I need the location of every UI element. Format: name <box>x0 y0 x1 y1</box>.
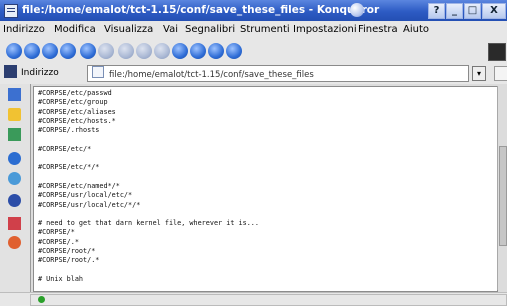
home-folder-icon[interactable] <box>8 152 21 165</box>
back-icon[interactable] <box>6 43 22 59</box>
media-icon[interactable] <box>8 236 21 249</box>
location-input[interactable]: file:/home/emalot/tct-1.15/conf/save_the… <box>87 65 469 82</box>
forward-icon[interactable] <box>24 43 40 59</box>
network-icon[interactable] <box>8 172 21 185</box>
file-content-text: #CORPSE/etc/passwd #CORPSE/etc/group #CO… <box>38 89 259 283</box>
window-title: file:/home/emalot/tct-1.15/conf/save_the… <box>22 4 380 16</box>
konqueror-window: file:/home/emalot/tct-1.15/conf/save_the… <box>0 0 507 306</box>
status-indicator-icon <box>38 296 45 303</box>
stop-icon[interactable] <box>98 43 114 59</box>
location-url: file:/home/emalot/tct-1.15/conf/save_the… <box>109 70 314 80</box>
menu-indirizzo[interactable]: Indirizzo <box>3 24 45 35</box>
up-icon[interactable] <box>42 43 58 59</box>
location-bar: Indirizzo file:/home/emalot/tct-1.15/con… <box>0 63 507 84</box>
scrollbar-thumb[interactable] <box>499 146 507 246</box>
navigation-sidebar <box>0 84 31 294</box>
vertical-scrollbar[interactable] <box>497 86 507 290</box>
home-icon[interactable] <box>60 43 76 59</box>
cut-icon[interactable] <box>118 43 134 59</box>
services-icon[interactable] <box>8 194 21 207</box>
konqueror-throbber-icon <box>488 43 506 61</box>
copy-icon[interactable] <box>136 43 152 59</box>
bookmarks-star-icon[interactable] <box>8 108 21 121</box>
zoom-out-icon[interactable] <box>208 43 224 59</box>
file-icon <box>92 66 104 78</box>
zoom-in-icon[interactable] <box>190 43 206 59</box>
status-bar <box>0 292 507 306</box>
menu-bar: Indirizzo Modifica Visualizza Vai Segnal… <box>0 21 507 38</box>
history-icon[interactable] <box>8 128 21 141</box>
menu-segnalibri[interactable]: Segnalibri <box>185 24 235 35</box>
print-icon[interactable] <box>172 43 188 59</box>
menu-visualizza[interactable]: Visualizza <box>104 24 153 35</box>
menu-modifica[interactable]: Modifica <box>54 24 96 35</box>
go-icon[interactable] <box>494 66 507 81</box>
location-dropdown-icon[interactable]: ▾ <box>472 66 486 81</box>
menu-aiuto[interactable]: Aiuto <box>403 24 429 35</box>
help-button[interactable]: ? <box>428 3 445 19</box>
file-view[interactable]: #CORPSE/etc/passwd #CORPSE/etc/group #CO… <box>33 86 498 292</box>
paste-icon[interactable] <box>154 43 170 59</box>
main-toolbar <box>0 38 507 64</box>
minimize-button[interactable]: _ <box>446 3 463 19</box>
menu-finestra[interactable]: Finestra <box>358 24 398 35</box>
root-folder-icon[interactable] <box>8 217 21 230</box>
sidebar-tool-icon[interactable] <box>8 88 21 101</box>
menu-vai[interactable]: Vai <box>163 24 178 35</box>
menu-strumenti[interactable]: Strumenti <box>240 24 290 35</box>
clear-location-icon[interactable] <box>4 65 17 78</box>
status-cell <box>30 294 507 306</box>
menu-impostazioni[interactable]: Impostazioni <box>293 24 357 35</box>
konqueror-app-icon[interactable] <box>4 4 18 18</box>
activity-orb-icon <box>350 3 364 17</box>
reload-icon[interactable] <box>80 43 96 59</box>
maximize-button[interactable]: □ <box>464 3 481 19</box>
location-label: Indirizzo <box>21 68 59 78</box>
close-button[interactable]: X <box>482 3 506 19</box>
find-icon[interactable] <box>226 43 242 59</box>
title-bar[interactable]: file:/home/emalot/tct-1.15/conf/save_the… <box>0 0 507 21</box>
